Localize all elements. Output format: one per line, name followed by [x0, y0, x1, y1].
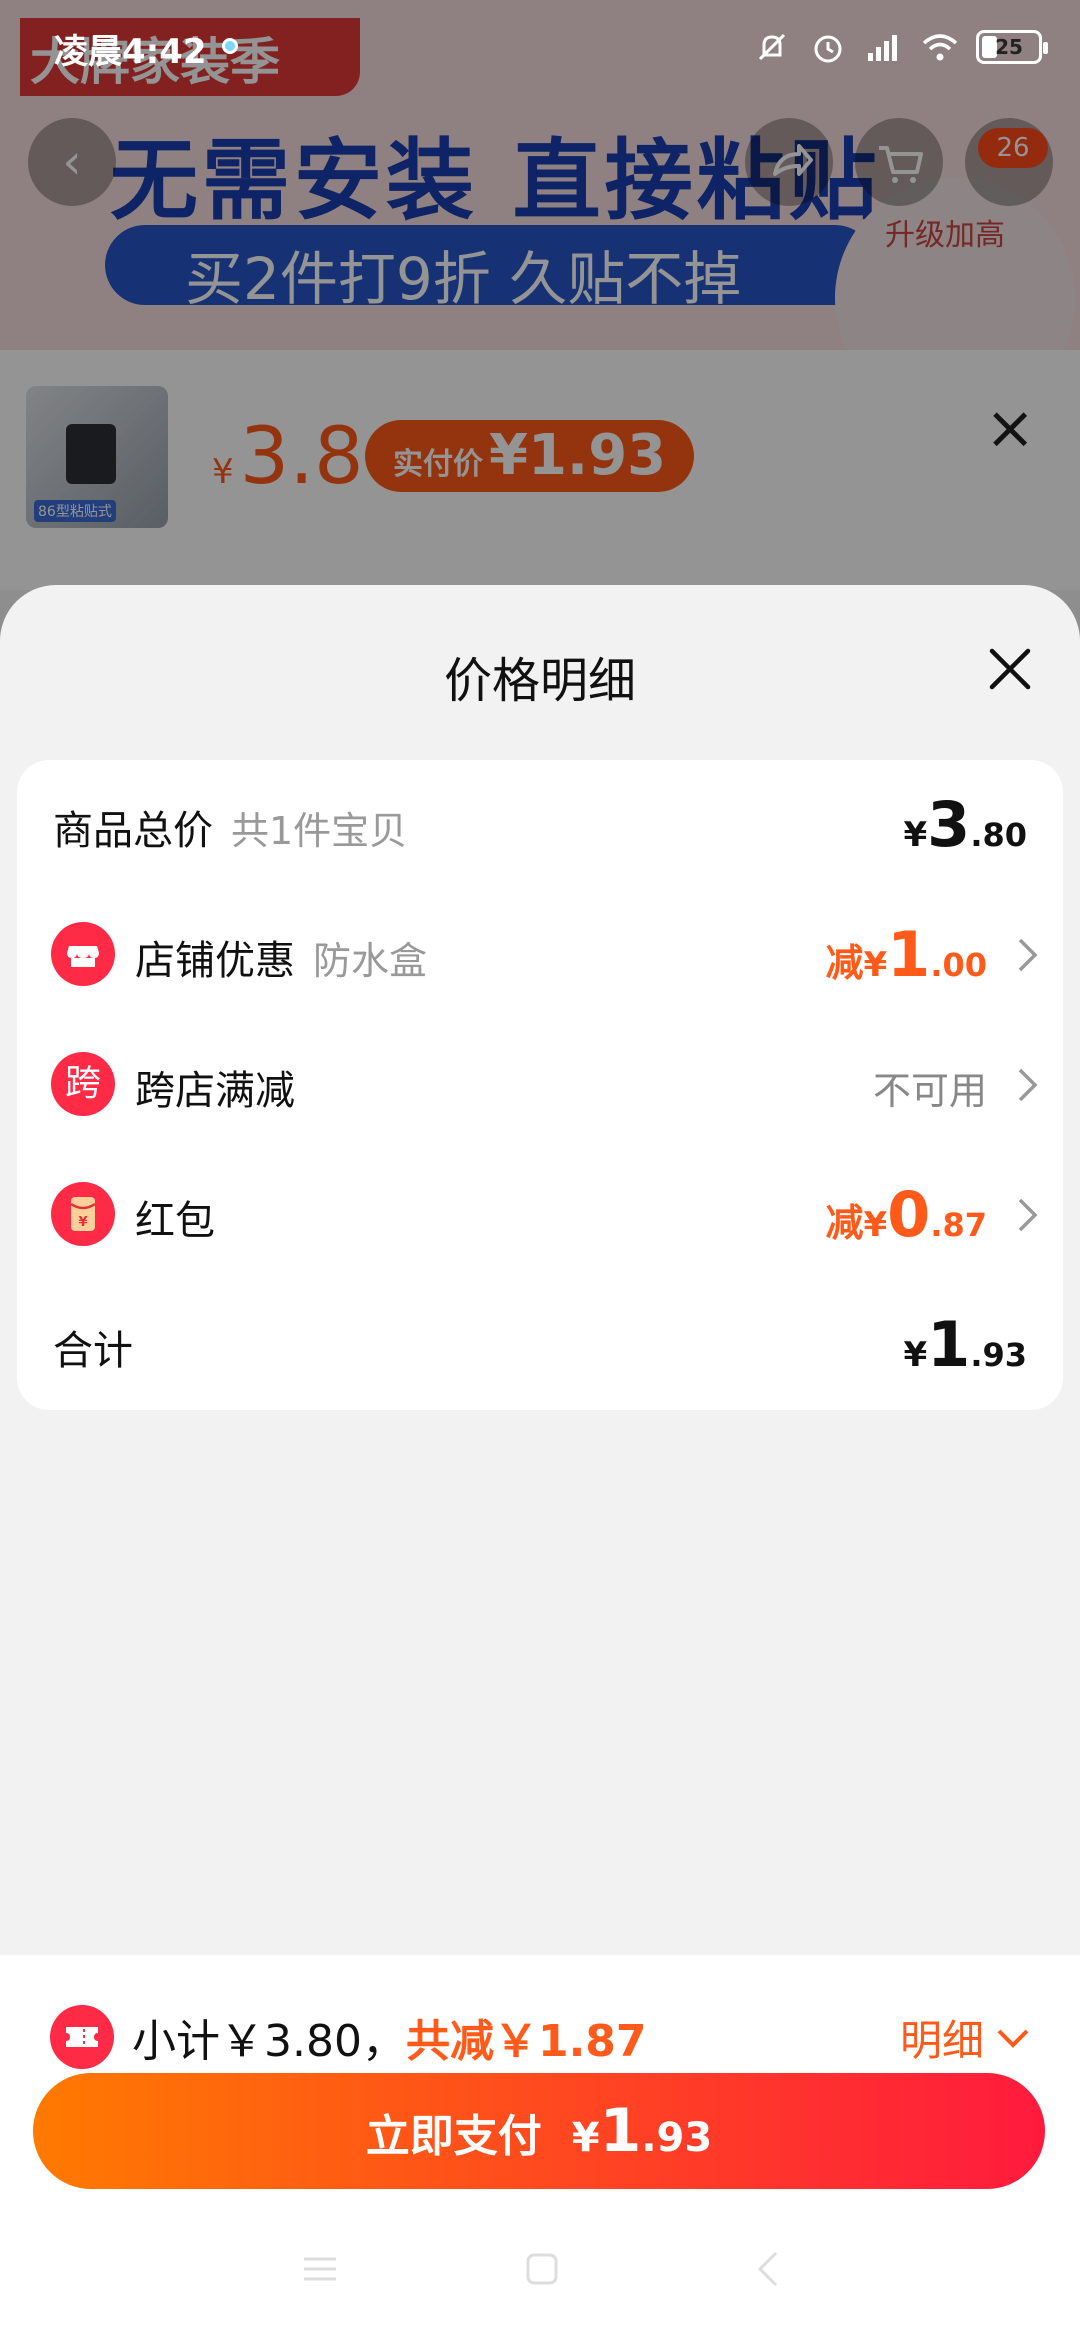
price-detail-sheet: 价格明细 商品总价 共1件宝贝 ¥3.80 店铺优惠 防水盒 减¥1.00 跨 …	[0, 585, 1080, 1955]
system-nav-bar	[0, 2225, 1080, 2325]
status-bar: 凌晨4:42 25	[0, 0, 1080, 95]
price-breakdown-card: 商品总价 共1件宝贝 ¥3.80 店铺优惠 防水盒 减¥1.00 跨 跨店满减 不可…	[17, 760, 1063, 1410]
back-icon[interactable]	[748, 2247, 792, 2291]
alarm-icon	[814, 35, 842, 63]
row-amount: 减¥0.87	[825, 1178, 987, 1251]
signal-icon	[868, 35, 897, 61]
battery-percent: 25	[995, 35, 1023, 59]
chevron-down-icon	[997, 2029, 1029, 2048]
row-status: 不可用	[872, 1069, 987, 1113]
svg-text:¥: ¥	[78, 1215, 87, 1230]
chevron-right-icon	[1018, 1198, 1038, 1232]
row-label: 跨店满减	[135, 1068, 295, 1114]
cross-store-icon: 跨	[51, 1052, 115, 1116]
row-label: 商品总价 共1件宝贝	[53, 808, 408, 854]
home-icon[interactable]	[520, 2247, 564, 2291]
red-packet-icon: ¥	[51, 1182, 115, 1246]
menu-icon[interactable]	[298, 2247, 342, 2291]
chevron-right-icon	[1018, 938, 1038, 972]
row-label: 红包	[135, 1198, 215, 1244]
status-icons: 25	[752, 22, 1048, 72]
coupon-icon	[50, 2005, 114, 2069]
detail-label: 明细	[899, 2016, 984, 2065]
row-item-total: 商品总价 共1件宝贝 ¥3.80	[17, 760, 1063, 890]
battery-icon: 25	[976, 30, 1048, 64]
row-amount: 减¥1.00	[825, 918, 987, 991]
row-label: 店铺优惠 防水盒	[135, 938, 428, 984]
row-cross-store-discount[interactable]: 跨 跨店满减 不可用	[17, 1020, 1063, 1150]
row-red-packet[interactable]: ¥ 红包 减¥0.87	[17, 1150, 1063, 1280]
row-label: 合计	[53, 1328, 133, 1374]
notification-dot-icon	[222, 38, 238, 54]
row-amount: ¥3.80	[903, 788, 1028, 861]
sheet-title: 价格明细	[443, 653, 636, 709]
detail-toggle[interactable]: 明细	[900, 2007, 1030, 2068]
wifi-icon	[922, 34, 958, 61]
row-amount: ¥1.93	[903, 1308, 1028, 1381]
chevron-right-icon	[1018, 1068, 1038, 1102]
row-store-discount[interactable]: 店铺优惠 防水盒 减¥1.00	[17, 890, 1063, 1020]
pay-now-button[interactable]: 立即支付 ¥1.93	[33, 2073, 1045, 2189]
checkout-bar: 小计￥3.80，共减￥1.87 明细 立即支付 ¥1.93	[0, 1955, 1080, 2340]
store-icon	[51, 922, 115, 986]
close-icon[interactable]	[982, 641, 1038, 697]
status-time: 凌晨4:42	[54, 32, 207, 72]
row-grand-total: 合计 ¥1.93	[17, 1280, 1063, 1410]
mute-icon	[758, 33, 786, 61]
subtotal-summary: 小计￥3.80，共减￥1.87	[132, 2016, 647, 2067]
